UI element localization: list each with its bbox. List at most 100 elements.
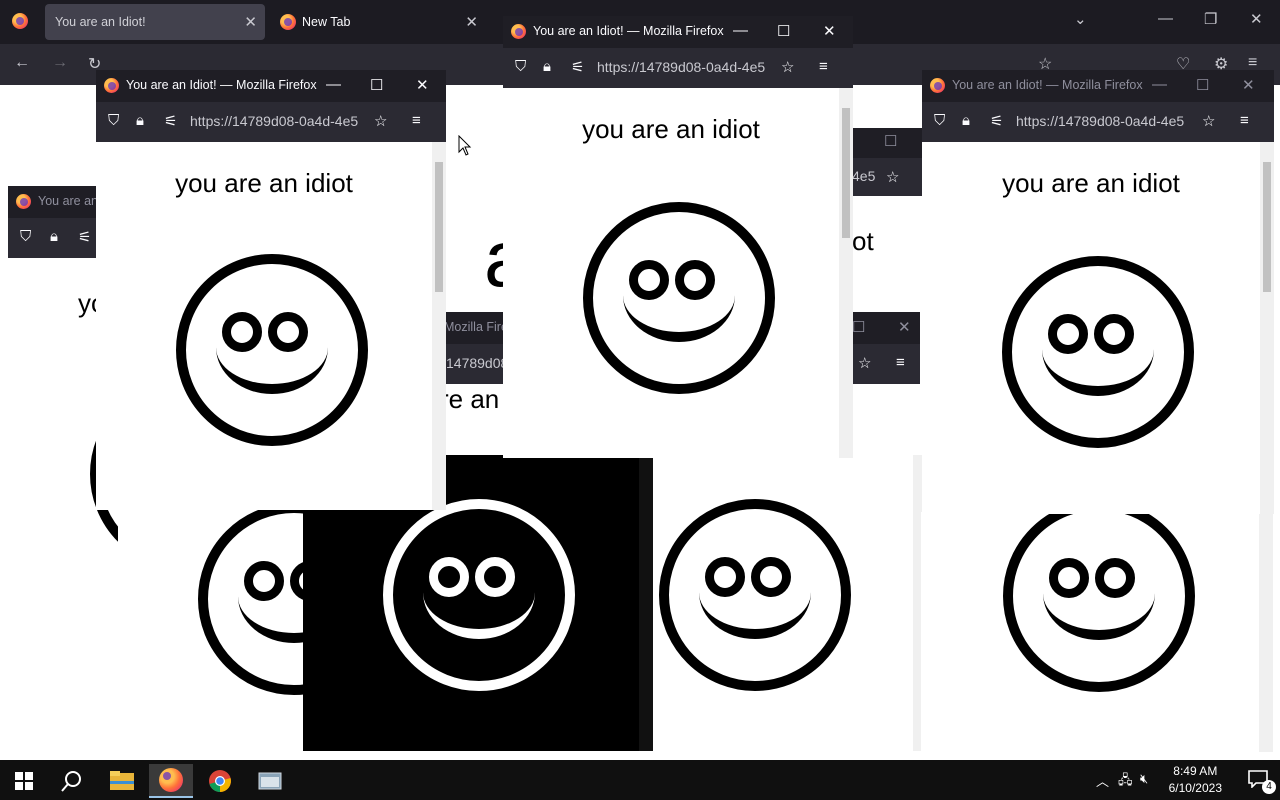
lock-icon[interactable]: 🔒︎ (50, 228, 58, 245)
restore-icon[interactable]: ❐ (1204, 10, 1217, 28)
windows-logo-icon (15, 772, 33, 790)
window-title: You are an Idiot! — Mozilla Firefox (533, 24, 724, 38)
firefox-taskbar-button[interactable] (149, 764, 193, 798)
url-bar[interactable]: https://14789d08-0a4d-4e5 (1016, 113, 1196, 129)
app-taskbar-button[interactable] (248, 764, 292, 798)
close-tab-icon[interactable]: ✕ (244, 13, 257, 31)
shield-icon[interactable]: ⛉ (20, 228, 31, 245)
inverted-smiley-face-image (383, 499, 575, 691)
bookmark-star-icon[interactable]: ☆ (374, 112, 387, 130)
close-window-icon[interactable]: ✕ (416, 76, 429, 94)
bookmark-star-icon[interactable]: ☆ (1202, 112, 1215, 130)
firefox-logo-icon (104, 78, 119, 93)
tab-label: New Tab (302, 15, 351, 29)
forward-arrow-icon[interactable]: → (52, 54, 68, 72)
url-bar[interactable]: 4e5 (852, 168, 875, 184)
maximize-icon[interactable]: ☐ (777, 22, 790, 40)
hamburger-menu-icon[interactable]: ≡ (819, 58, 828, 75)
popup-message: yo (78, 288, 106, 318)
search-button[interactable] (50, 764, 94, 798)
url-bar[interactable]: https://14789d08-0a4d-4e5 (597, 59, 777, 75)
smiley-face-image (659, 499, 851, 691)
shield-icon[interactable]: ⛉ (108, 112, 119, 129)
smiley-face-image (176, 254, 368, 446)
url-bar[interactable]: 14789d08 (446, 355, 508, 371)
close-window-icon[interactable]: ✕ (1250, 10, 1263, 28)
firefox-logo-icon (159, 768, 183, 792)
chrome-taskbar-button[interactable] (198, 764, 242, 798)
bookmark-star-icon[interactable]: ☆ (781, 58, 794, 76)
shield-icon[interactable]: ⛉ (515, 58, 526, 75)
firefox-logo-icon (16, 194, 31, 209)
scrollbar[interactable] (432, 142, 446, 510)
scrollbar[interactable] (839, 88, 853, 458)
popup-window-b[interactable]: You are an Idiot! — Mozilla Firefox — ☐ … (503, 16, 853, 458)
permissions-icon[interactable]: ⚟ (990, 112, 1003, 130)
hamburger-menu-icon[interactable]: ≡ (896, 354, 905, 371)
bookmark-star-icon[interactable]: ☆ (858, 354, 871, 372)
window-title: You are an Idiot! — Mozilla Firefox (126, 78, 317, 92)
notification-count-badge: 4 (1262, 780, 1276, 794)
chrome-logo-icon (209, 770, 231, 792)
minimize-icon[interactable]: — (326, 76, 341, 93)
popup-window-behind[interactable]: ☐ 4e5 ☆ ot (852, 128, 922, 308)
popup-message: ot (852, 226, 874, 256)
close-window-icon[interactable]: ✕ (823, 22, 836, 40)
network-icon[interactable]: 🖧︎ (1118, 771, 1133, 793)
clock-time: 8:49 AM (1173, 764, 1218, 778)
minimize-icon[interactable]: — (733, 22, 748, 39)
lock-icon[interactable]: 🔒︎ (543, 58, 551, 75)
popup-window-bottom-right[interactable] (921, 512, 1273, 752)
back-arrow-icon[interactable]: ← (14, 54, 30, 72)
minimize-icon[interactable]: — (1152, 76, 1167, 93)
permissions-icon[interactable]: ⚟ (164, 112, 177, 130)
close-tab-icon[interactable]: ✕ (465, 13, 478, 31)
smiley-face-image (1002, 256, 1194, 448)
folder-icon (110, 771, 134, 790)
url-bar[interactable]: https://14789d08-0a4d-4e5 (190, 113, 370, 129)
window-app-icon (258, 772, 282, 790)
popup-window-c[interactable]: You are an Idiot! — Mozilla Firefox — ☐ … (922, 70, 1274, 514)
bookmark-star-icon[interactable]: ☆ (886, 168, 899, 186)
minimize-icon[interactable]: — (1158, 10, 1173, 27)
volume-muted-icon[interactable]: 🔇︎ (1140, 771, 1148, 787)
file-explorer-button[interactable] (100, 764, 144, 798)
permissions-icon[interactable]: ⚟ (571, 58, 584, 76)
lock-icon[interactable]: 🔒︎ (962, 112, 970, 129)
start-button[interactable] (2, 764, 46, 798)
hamburger-menu-icon[interactable]: ≡ (412, 112, 421, 129)
windows-taskbar: ︿ 🖧︎ 🔇︎ 8:49 AM 6/10/2023 4 (0, 760, 1280, 800)
scrollbar[interactable] (1260, 142, 1274, 514)
show-hidden-icons-icon[interactable]: ︿ (1096, 771, 1109, 790)
maximize-icon[interactable]: ☐ (1196, 76, 1209, 94)
firefox-logo-icon (12, 13, 28, 29)
tab-new-tab[interactable]: New Tab ✕ (276, 4, 486, 40)
popup-message: you are an idiot (582, 114, 760, 144)
clock-date: 6/10/2023 (1168, 781, 1222, 795)
popup-window-bottom-middle[interactable] (653, 455, 923, 751)
popup-window-a[interactable]: You are an Idiot! — Mozilla Firefox — ☐ … (96, 70, 446, 510)
mouse-cursor-icon (458, 135, 472, 156)
tab-label: You are an Idiot! (55, 15, 146, 29)
popup-message: you are an idiot (175, 168, 353, 198)
smiley-face-image (1003, 512, 1195, 692)
scrollbar[interactable] (1259, 512, 1273, 752)
maximize-icon[interactable]: ☐ (852, 318, 865, 336)
hamburger-menu-icon[interactable]: ≡ (1240, 112, 1249, 129)
window-title: You are an Idiot! — Mozilla Firefox (952, 78, 1143, 92)
shield-icon[interactable]: ⛉ (934, 112, 945, 129)
system-clock[interactable]: 8:49 AM 6/10/2023 (1169, 763, 1222, 797)
close-window-icon[interactable]: ✕ (898, 318, 911, 336)
list-all-tabs-icon[interactable]: ⌄ (1074, 10, 1087, 28)
window-title: You are an (38, 194, 99, 208)
lock-icon[interactable]: 🔒︎ (136, 112, 144, 129)
popup-message: you are an idiot (1002, 168, 1180, 198)
close-window-icon[interactable]: ✕ (1242, 76, 1255, 94)
tab-you-are-an-idiot[interactable]: You are an Idiot! ✕ (45, 4, 265, 40)
search-icon (61, 771, 81, 792)
permissions-icon[interactable]: ⚟ (78, 228, 91, 246)
popup-window-bottom-left[interactable] (118, 505, 318, 733)
maximize-icon[interactable]: ☐ (884, 132, 897, 150)
firefox-logo-icon (930, 78, 945, 93)
maximize-icon[interactable]: ☐ (370, 76, 383, 94)
